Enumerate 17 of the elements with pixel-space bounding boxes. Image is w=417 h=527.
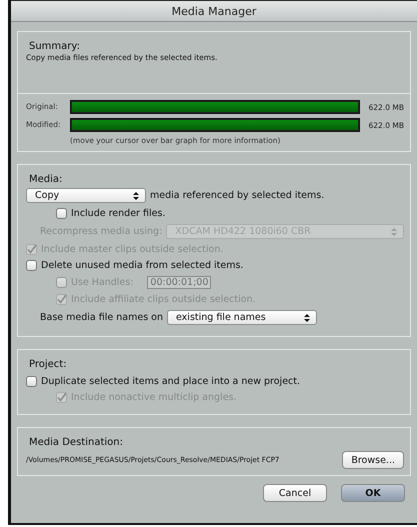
stepper-arrows-icon xyxy=(304,312,310,322)
window-title: Media Manager xyxy=(11,0,417,22)
stepper-arrows-icon xyxy=(391,226,397,236)
dropdown[interactable]: existing file names xyxy=(167,310,317,325)
stepper-arrows-icon xyxy=(133,190,139,200)
checkbox-label: Duplicate selected items and place into a new project. xyxy=(41,376,300,387)
checkbox-label: Delete unused media from selected items. xyxy=(41,260,244,271)
dialog-button[interactable]: Cancel xyxy=(263,484,327,502)
select-label: Base media file names on xyxy=(40,312,163,323)
operation-text: media referenced by selected items. xyxy=(150,190,324,201)
checkbox-label: Include render files. xyxy=(71,208,166,219)
checkbox[interactable] xyxy=(26,376,37,387)
dialog-button[interactable]: OK xyxy=(341,484,405,502)
checkbox[interactable] xyxy=(56,208,67,219)
checkbox[interactable] xyxy=(26,260,37,271)
dropdown[interactable]: Copy xyxy=(26,188,146,203)
browse-button[interactable]: Browse... xyxy=(342,451,404,469)
